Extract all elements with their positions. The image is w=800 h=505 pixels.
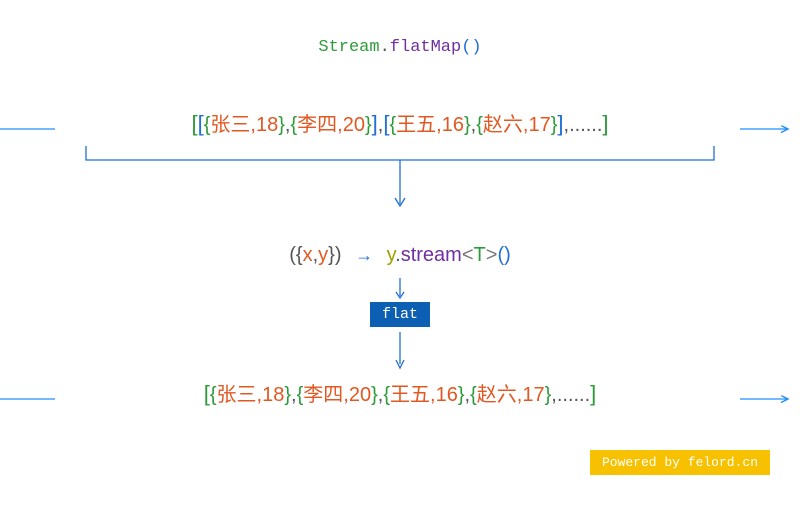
title-method: flatMap xyxy=(390,38,461,57)
flow-arrow-in-left xyxy=(0,122,60,123)
flow-arrow-out-right-2 xyxy=(740,392,800,393)
flow-arrow-in-left-2 xyxy=(0,392,60,393)
title-call: () xyxy=(461,38,481,57)
input-row: [[{张三,18},{李四,20}],[{王五,16},{赵六,17}],...… xyxy=(0,108,800,137)
title-dot: . xyxy=(380,38,390,57)
lambda-expression: ({x,y}) → y.stream<T>() xyxy=(0,244,800,267)
bracket-connector xyxy=(80,146,720,216)
output-expression: [{张三,18},{李四,20},{王五,16},{赵六,17},......] xyxy=(204,378,597,407)
arrow-right-icon: → xyxy=(355,245,373,265)
flow-arrow-out-right-1 xyxy=(740,122,800,123)
title: Stream.flatMap() xyxy=(0,38,800,57)
flat-badge: flat xyxy=(370,302,430,327)
arrow-down-icon xyxy=(393,332,407,377)
watermark: Powered by felord.cn xyxy=(590,450,770,475)
input-expression: [[{张三,18},{李四,20}],[{王五,16},{赵六,17}],...… xyxy=(191,108,608,137)
title-class: Stream xyxy=(318,38,379,57)
output-row: [{张三,18},{李四,20},{王五,16},{赵六,17},......] xyxy=(0,378,800,407)
